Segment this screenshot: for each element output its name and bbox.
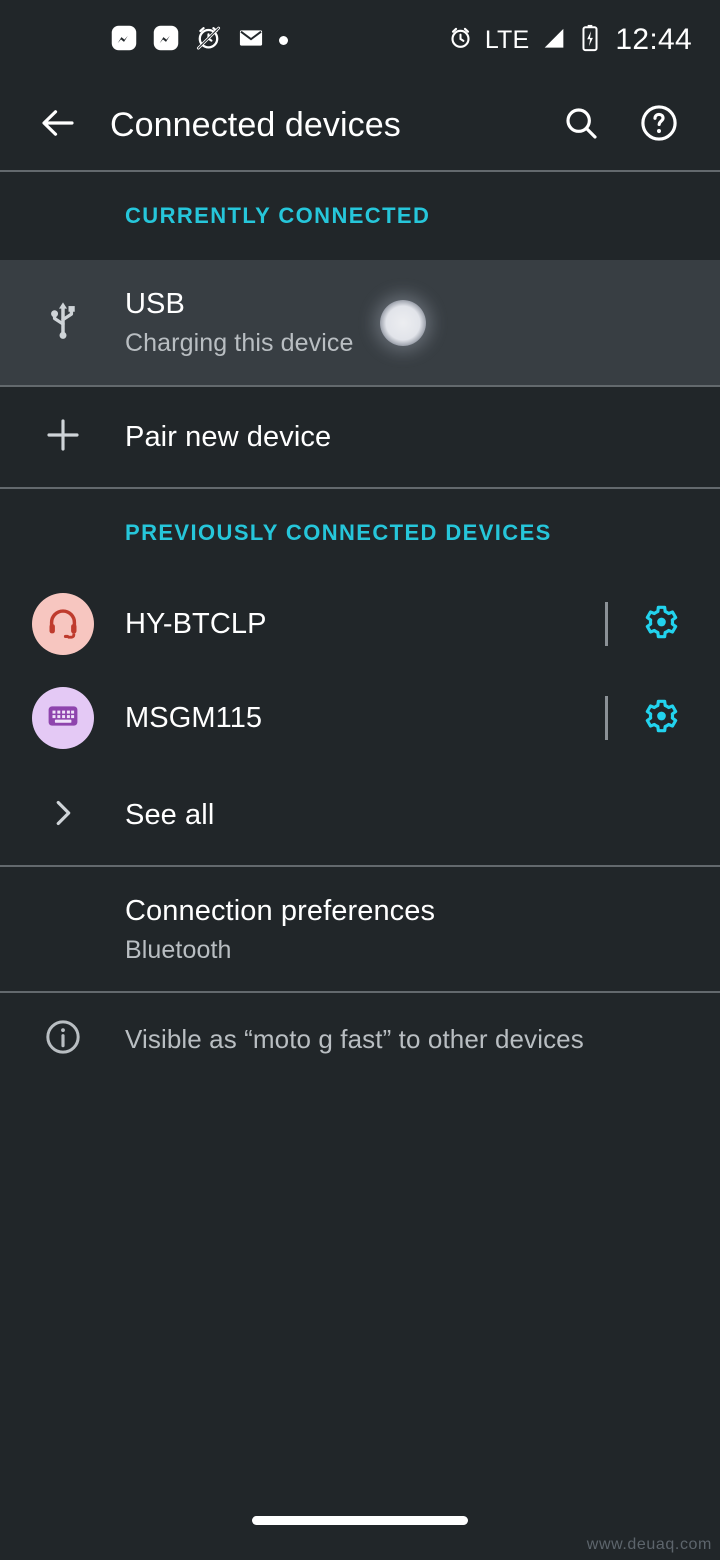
device-text-block: HY-BTCLP: [125, 605, 605, 643]
section-header-currently-connected: CURRENTLY CONNECTED: [0, 172, 720, 260]
list-item-device-msgm115[interactable]: MSGM115: [0, 671, 720, 765]
search-button[interactable]: [550, 94, 612, 156]
vertical-divider: [605, 602, 608, 646]
more-notifications-dot-icon: [279, 35, 288, 45]
arrow-back-icon: [37, 102, 79, 149]
list-item-connection-preferences[interactable]: Connection preferences Bluetooth: [0, 867, 720, 991]
list-item-title: MSGM115: [125, 702, 263, 734]
keyboard-avatar-wrap: [0, 687, 125, 749]
keyboard-icon: [45, 698, 81, 739]
watermark: www.deuaq.com: [586, 1536, 712, 1553]
battery-charging-icon: [579, 24, 601, 57]
app-bar: Connected devices: [0, 80, 720, 170]
phone-screen: LTE 12:44 Connected devices CURRENTLY CO…: [0, 0, 720, 1560]
home-gesture-pill[interactable]: [252, 1515, 468, 1525]
see-all-text-block: See all: [125, 796, 720, 834]
pair-new-device-text-block: Pair new device: [125, 418, 720, 456]
chevron-right-icon-wrap: [0, 794, 125, 837]
list-item-pair-new-device[interactable]: Pair new device: [0, 387, 720, 487]
list-item-device-hy-btclp[interactable]: HY-BTCLP: [0, 577, 720, 671]
device-text-block: MSGM115: [125, 699, 605, 737]
info-icon: [43, 1017, 83, 1062]
list-item-subtitle: Bluetooth: [125, 935, 232, 964]
navigation-bar: www.deuaq.com: [0, 1480, 720, 1560]
divider: [0, 487, 720, 489]
footer-note-label: Visible as “moto g fast” to other device…: [125, 1023, 584, 1054]
status-bar-clock: 12:44: [615, 23, 692, 56]
section-header-label: CURRENTLY CONNECTED: [125, 203, 431, 228]
status-bar: LTE 12:44: [0, 0, 720, 80]
list-item-title: See all: [125, 799, 215, 831]
usb-icon-wrap: [0, 298, 125, 347]
connection-preferences-text-block: Connection preferences Bluetooth: [125, 892, 720, 967]
messenger-icon: [110, 24, 138, 57]
list-item-usb[interactable]: USB Charging this device: [0, 260, 720, 385]
headset-icon: [45, 604, 81, 645]
help-button[interactable]: [628, 94, 690, 156]
plus-icon: [42, 414, 84, 461]
status-bar-system: LTE 12:44: [447, 23, 692, 57]
info-icon-wrap: [0, 1017, 125, 1062]
divider: [0, 170, 720, 172]
section-header-label: PREVIOUSLY CONNECTED DEVICES: [125, 520, 552, 545]
touch-indicator: [380, 299, 426, 346]
email-icon: [237, 24, 265, 57]
section-header-previously-connected: PREVIOUSLY CONNECTED DEVICES: [0, 489, 720, 577]
list-item-title: Connection preferences: [125, 894, 436, 927]
device-trailing-actions: [605, 594, 720, 654]
device-trailing-actions: [605, 688, 720, 748]
list-item-see-all[interactable]: See all: [0, 765, 720, 865]
messenger-icon: [152, 24, 180, 57]
status-bar-notifications: [30, 23, 288, 57]
gear-icon: [640, 696, 680, 741]
avatar: [31, 593, 94, 655]
gear-icon: [640, 602, 680, 647]
chevron-right-icon: [44, 794, 82, 837]
page-title: Connected devices: [110, 105, 401, 144]
list-item-title: HY-BTCLP: [125, 608, 267, 640]
avatar: [31, 687, 94, 749]
usb-icon: [41, 298, 85, 347]
headset-avatar-wrap: [0, 593, 125, 655]
device-settings-button[interactable]: [630, 594, 690, 654]
content-empty-space: [0, 1085, 720, 1480]
alarm-off-icon: [194, 23, 223, 57]
signal-bars-icon: [540, 24, 568, 57]
list-item-title: Pair new device: [125, 421, 332, 453]
footer-visibility-note: Visible as “moto g fast” to other device…: [0, 993, 720, 1085]
search-icon: [561, 103, 601, 148]
help-circle-icon: [638, 102, 680, 149]
network-type-label: LTE: [484, 25, 530, 54]
footer-note-text-block: Visible as “moto g fast” to other device…: [125, 1024, 720, 1055]
plus-icon-wrap: [0, 414, 125, 461]
back-button[interactable]: [30, 97, 86, 153]
vertical-divider: [605, 696, 608, 740]
alarm-clock-icon: [447, 24, 474, 56]
device-settings-button[interactable]: [630, 688, 690, 748]
